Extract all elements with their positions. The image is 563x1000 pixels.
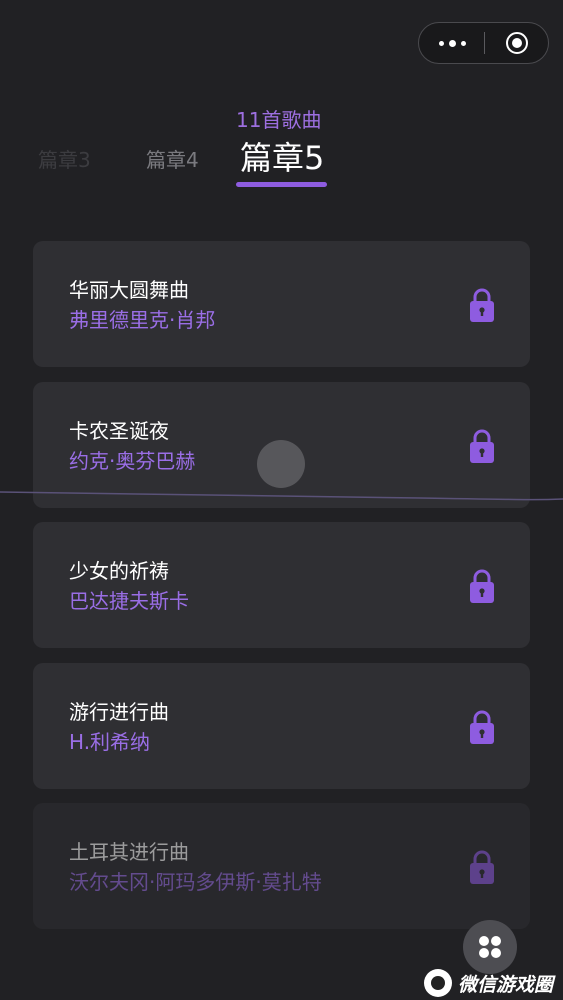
exit-circle-dot <box>512 38 522 48</box>
song-composer: 巴达捷夫斯卡 <box>69 589 189 613</box>
lock-icon <box>470 569 494 603</box>
song-composer: 沃尔夫冈·阿玛多伊斯·莫扎特 <box>69 870 322 894</box>
song-composer: H.利希纳 <box>69 729 151 754</box>
watermark-text: 微信游戏圈 <box>458 973 554 996</box>
grid-dots-icon <box>479 936 489 946</box>
more-dots-icon <box>461 41 466 46</box>
grid-menu-button[interactable] <box>463 920 517 974</box>
grid-dots-icon <box>491 948 501 958</box>
tab-chapter-3[interactable]: 篇章3 <box>38 144 91 173</box>
lock-icon <box>470 850 494 884</box>
song-card[interactable]: 游行进行曲 H.利希纳 <box>33 662 530 789</box>
song-title: 卡农圣诞夜 <box>69 418 169 443</box>
song-list: 华丽大圆舞曲 弗里德里克·肖邦 卡农圣诞夜 约克·奥芬巴赫 少女的祈祷 巴达捷夫… <box>33 241 530 944</box>
grid-dots-icon <box>479 948 489 958</box>
watermark: 微信游戏圈 <box>424 968 553 998</box>
more-dots-icon <box>449 40 456 47</box>
song-composer: 弗里德里克·肖邦 <box>69 308 216 332</box>
song-card[interactable]: 土耳其进行曲 沃尔夫冈·阿玛多伊斯·莫扎特 <box>33 803 530 929</box>
song-title: 华丽大圆舞曲 <box>69 278 189 302</box>
more-dots-icon <box>439 41 444 46</box>
grid-dots-icon <box>491 936 501 946</box>
floating-ball[interactable] <box>257 440 305 488</box>
song-title: 游行进行曲 <box>69 699 169 724</box>
lock-icon <box>470 288 494 322</box>
lock-icon <box>470 429 494 463</box>
mini-program-capsule <box>418 22 549 64</box>
watermark-logo-icon <box>424 969 452 997</box>
song-count-label: 11首歌曲 <box>236 108 322 132</box>
song-title: 少女的祈祷 <box>69 559 169 583</box>
active-tab-indicator <box>236 182 327 187</box>
song-title: 土耳其进行曲 <box>69 840 189 864</box>
tab-chapter-5[interactable]: 篇章5 <box>240 133 324 179</box>
song-card[interactable]: 华丽大圆舞曲 弗里德里克·肖邦 <box>33 241 530 367</box>
song-card[interactable]: 少女的祈祷 巴达捷夫斯卡 <box>33 522 530 648</box>
more-menu-button[interactable] <box>419 23 484 63</box>
lock-icon <box>470 710 494 744</box>
tab-chapter-4[interactable]: 篇章4 <box>146 144 199 173</box>
exit-button[interactable] <box>485 23 548 63</box>
